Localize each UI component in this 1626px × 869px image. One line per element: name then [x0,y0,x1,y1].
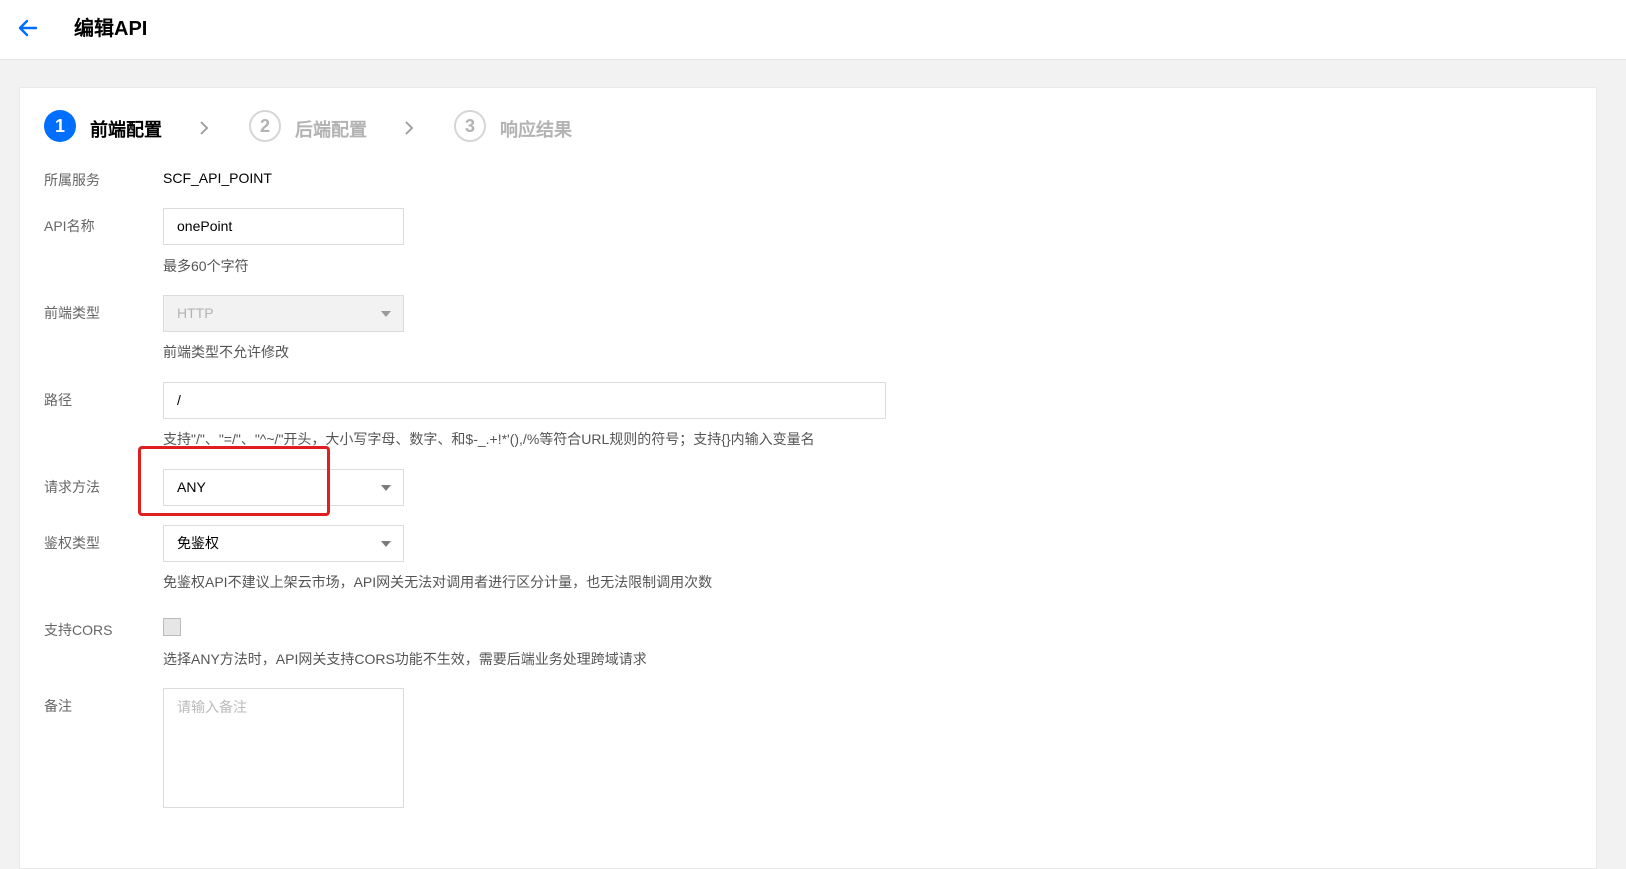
method-label: 请求方法 [44,479,100,495]
dropdown-caret-icon [381,541,391,547]
auth-type-select[interactable]: 免鉴权 [163,525,404,562]
auth-type-hint: 免鉴权API不建议上架云市场，API网关无法对调用者进行区分计量，也无法限制调用… [163,574,713,590]
cors-hint: 选择ANY方法时，API网关支持CORS功能不生效，需要后端业务处理跨域请求 [163,651,647,667]
path-label: 路径 [44,392,72,408]
top-bar: 编辑API [0,0,1626,60]
step-number: 2 [249,110,281,142]
step-indicator: 1 前端配置 2 后端配置 3 响应结果 [44,110,744,146]
cors-checkbox[interactable] [163,618,181,636]
path-input[interactable]: / [163,382,886,419]
step-number: 3 [454,110,486,142]
step-label: 前端配置 [90,120,162,140]
form-card: 1 前端配置 2 后端配置 3 响应结果 所属服务 SCF_API_POINT … [19,87,1597,869]
dropdown-caret-icon [381,485,391,491]
step-label: 后端配置 [295,120,367,140]
auth-type-value: 免鉴权 [177,535,219,551]
step-label: 响应结果 [500,120,572,140]
back-arrow-icon[interactable] [16,16,40,40]
remark-label: 备注 [44,698,72,714]
dropdown-caret-icon [381,311,391,317]
remark-textarea[interactable]: 请输入备注 [163,688,404,808]
annotation-highlight-box [138,446,330,516]
chevron-right-icon [200,121,209,135]
chevron-right-icon [405,121,414,135]
api-name-hint: 最多60个字符 [163,258,249,274]
service-value: SCF_API_POINT [163,170,272,186]
auth-type-label: 鉴权类型 [44,535,100,551]
cors-label: 支持CORS [44,622,113,638]
frontend-type-hint: 前端类型不允许修改 [163,344,289,360]
step-number: 1 [44,110,76,142]
frontend-type-select: HTTP [163,295,404,332]
frontend-type-label: 前端类型 [44,305,100,321]
frontend-type-value: HTTP [177,305,214,321]
page-title: 编辑API [74,18,148,40]
api-name-input[interactable]: onePoint [163,208,404,245]
api-name-label: API名称 [44,218,95,234]
service-label: 所属服务 [44,172,100,188]
